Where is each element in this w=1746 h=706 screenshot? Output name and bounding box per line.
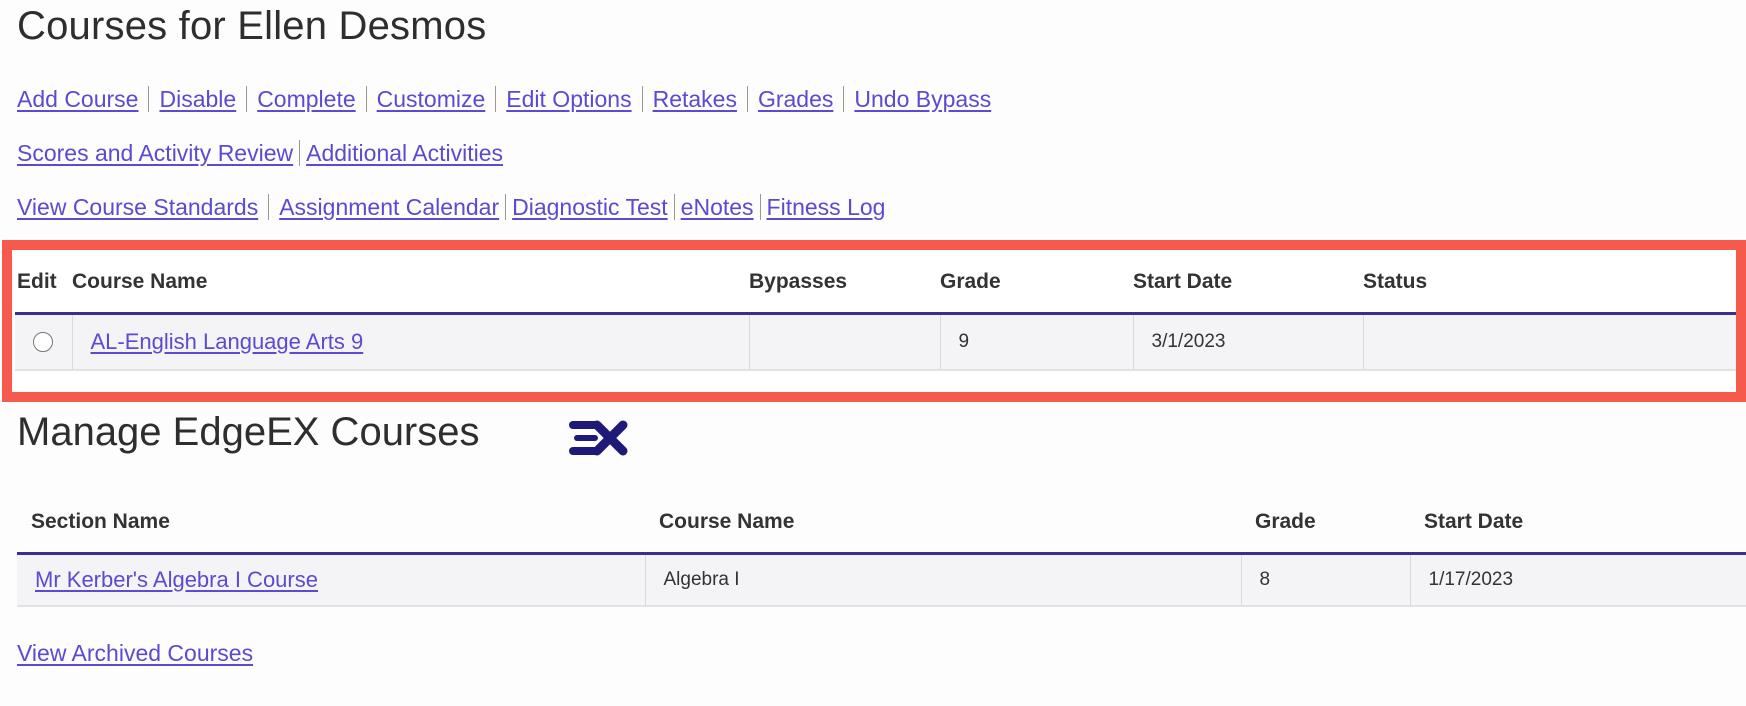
- action-links-row-3: View Course Standards Assignment Calendar…: [17, 194, 885, 221]
- disable-link[interactable]: Disable: [159, 86, 236, 112]
- course-name-link[interactable]: AL-English Language Arts 9: [91, 329, 364, 354]
- col-header-start-date[interactable]: Start Date: [1410, 492, 1746, 554]
- edit-options-link[interactable]: Edit Options: [506, 86, 631, 112]
- separator: [843, 86, 845, 112]
- col-header-grade[interactable]: Grade: [940, 252, 1133, 314]
- col-header-grade[interactable]: Grade: [1241, 492, 1410, 554]
- courses-table-header: Edit Course Name Bypasses Grade Start Da…: [15, 252, 1736, 314]
- status-cell: [1362, 313, 1736, 371]
- separator: [148, 86, 150, 112]
- separator: [505, 194, 507, 220]
- view-course-standards-link[interactable]: View Course Standards: [17, 194, 258, 220]
- grade-cell: 9: [939, 313, 1133, 371]
- separator: [641, 86, 643, 112]
- add-course-link[interactable]: Add Course: [17, 86, 138, 112]
- separator: [299, 140, 301, 166]
- undo-bypass-link[interactable]: Undo Bypass: [854, 86, 991, 112]
- retakes-link[interactable]: Retakes: [653, 86, 737, 112]
- additional-activities-link[interactable]: Additional Activities: [306, 140, 503, 166]
- course-name-cell: AL-English Language Arts 9: [71, 313, 749, 371]
- separator: [746, 86, 748, 112]
- col-header-status[interactable]: Status: [1363, 252, 1736, 314]
- start-date-cell: 3/1/2023: [1132, 313, 1363, 371]
- diagnostic-test-link[interactable]: Diagnostic Test: [512, 194, 668, 220]
- action-links-row-1: Add Course Disable Complete Customize Edit O…: [17, 86, 991, 113]
- separator: [759, 194, 761, 220]
- edgeex-courses-table: Section Name Course Name Grade Start Dat…: [17, 492, 1746, 607]
- separator: [246, 86, 248, 112]
- edgeex-logo-icon: [569, 420, 628, 456]
- complete-link[interactable]: Complete: [257, 86, 355, 112]
- section-name-link[interactable]: Mr Kerber's Algebra I Course: [35, 567, 318, 592]
- col-header-course-name[interactable]: Course Name: [72, 252, 749, 314]
- col-header-start-date[interactable]: Start Date: [1133, 252, 1363, 314]
- page-title: Courses for Ellen Desmos: [17, 4, 487, 48]
- scores-activity-review-link[interactable]: Scores and Activity Review: [17, 140, 293, 166]
- enotes-link[interactable]: eNotes: [681, 194, 754, 220]
- bypasses-cell: [748, 313, 940, 371]
- col-header-section-name[interactable]: Section Name: [17, 492, 645, 554]
- separator: [495, 86, 497, 112]
- customize-link[interactable]: Customize: [377, 86, 486, 112]
- edgeex-table-header: Section Name Course Name Grade Start Dat…: [17, 492, 1746, 554]
- edit-radio[interactable]: [33, 331, 53, 352]
- action-links-row-2: Scores and Activity Review Additional Act…: [17, 140, 503, 167]
- courses-table: Edit Course Name Bypasses Grade Start Da…: [15, 252, 1736, 371]
- course-name-cell: Algebra I: [644, 553, 1241, 607]
- fitness-log-link[interactable]: Fitness Log: [767, 194, 886, 220]
- grades-link[interactable]: Grades: [758, 86, 833, 112]
- view-archived-courses-link[interactable]: View Archived Courses: [17, 640, 253, 666]
- grade-cell: 8: [1240, 553, 1410, 607]
- start-date-cell: 1/17/2023: [1409, 553, 1746, 607]
- section-name-cell: Mr Kerber's Algebra I Course: [17, 553, 645, 607]
- table-row: AL-English Language Arts 9 9 3/1/2023: [15, 313, 1736, 371]
- archived-courses-container: View Archived Courses: [17, 640, 253, 667]
- separator: [268, 194, 270, 220]
- assignment-calendar-link[interactable]: Assignment Calendar: [279, 194, 499, 220]
- col-header-course-name[interactable]: Course Name: [645, 492, 1241, 554]
- separator: [673, 194, 675, 220]
- table-row: Mr Kerber's Algebra I Course Algebra I 8…: [17, 553, 1746, 607]
- edit-cell: [15, 313, 72, 371]
- col-header-bypasses[interactable]: Bypasses: [749, 252, 940, 314]
- separator: [365, 86, 367, 112]
- edgeex-section-title: Manage EdgeEX Courses: [17, 410, 480, 454]
- col-header-edit: Edit: [17, 270, 57, 293]
